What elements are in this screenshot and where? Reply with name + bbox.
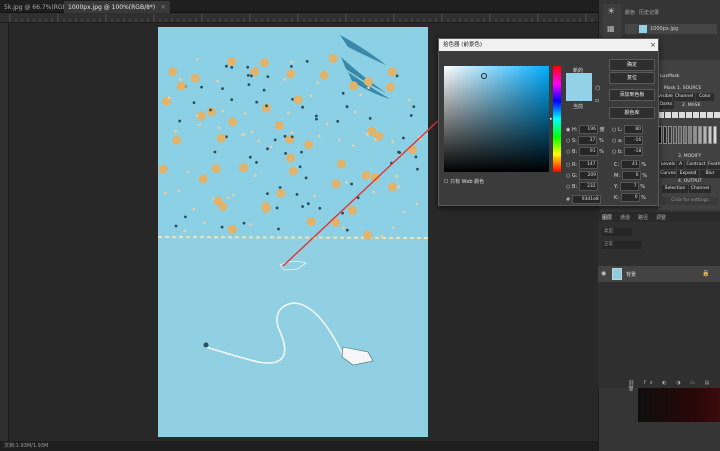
current-color-swatch[interactable] bbox=[566, 87, 592, 101]
color-libraries-button[interactable]: 颜色库 bbox=[609, 107, 655, 119]
hue-slider[interactable]: ▸ bbox=[550, 66, 561, 172]
curves-button[interactable]: Curves bbox=[660, 170, 676, 178]
zone-bar[interactable] bbox=[698, 126, 702, 144]
zone-bar[interactable] bbox=[708, 126, 712, 144]
new-color-swatch bbox=[566, 73, 592, 87]
blend-mode-select[interactable]: 正常 bbox=[602, 241, 642, 249]
visible-button[interactable]: Visible bbox=[658, 93, 673, 101]
history-item[interactable]: 1000px.jpg bbox=[625, 24, 717, 34]
hue-marker-icon[interactable]: ▸ bbox=[550, 116, 553, 122]
mask-grid bbox=[658, 112, 720, 126]
saturation-brightness-field[interactable] bbox=[444, 66, 549, 172]
tab-history[interactable]: 历史记录 bbox=[639, 9, 659, 16]
layer-thumbnail bbox=[612, 268, 622, 280]
zone-bar[interactable] bbox=[673, 126, 677, 144]
close-icon[interactable]: × bbox=[650, 39, 656, 51]
green-field[interactable]: ○ G: 209 bbox=[566, 171, 599, 180]
swatches-icon[interactable]: ▦ bbox=[607, 24, 617, 34]
layer-row[interactable]: ◉ 背景 🔒 bbox=[598, 266, 720, 282]
lab-l-field[interactable]: ○ L: 80 bbox=[612, 125, 644, 134]
eye-icon[interactable]: ◉ bbox=[601, 270, 606, 277]
tab-adjustments[interactable]: 调整 bbox=[656, 214, 666, 221]
layers-panel: 图层 通道 路径 调整 类型 正常 ◉ 背景 🔒 ⛓ fx ◐ ◑ ▭ ▤ 🗑 bbox=[598, 212, 720, 392]
tab-paths[interactable]: 路径 bbox=[638, 214, 648, 221]
hue-field[interactable]: ◉ H: 196 度 bbox=[566, 125, 605, 134]
lock-icon: 🔒 bbox=[702, 270, 710, 277]
contract-button[interactable]: Contract bbox=[685, 161, 707, 169]
cyan-field[interactable]: C: 41 % bbox=[614, 160, 646, 169]
mask-cell[interactable] bbox=[700, 112, 706, 118]
black-field[interactable]: K: 0 % bbox=[614, 193, 646, 202]
red-field[interactable]: ○ R: 147 bbox=[566, 160, 598, 169]
saturation-field[interactable]: ○ S: 37 % bbox=[566, 136, 604, 145]
sun-icon[interactable]: ☀ bbox=[607, 7, 617, 17]
web-safe-icon[interactable]: ▫ bbox=[595, 97, 599, 104]
color-picker-dialog: 拾色器 (前景色) × ▸ 新的 当前 ⬡ ▫ 确定 复位 添加到色板 颜色库 … bbox=[438, 38, 659, 206]
zone-bar[interactable] bbox=[663, 126, 667, 144]
mask-cell[interactable] bbox=[714, 112, 720, 118]
mask-cell[interactable] bbox=[693, 112, 699, 118]
layer-kind-filter[interactable]: 类型 bbox=[602, 228, 632, 236]
zone-bars bbox=[658, 126, 720, 150]
feather-button[interactable]: Feather bbox=[708, 161, 720, 169]
add-to-swatches-button[interactable]: 添加到色板 bbox=[609, 89, 655, 101]
cube-icon[interactable]: ⬡ bbox=[595, 85, 600, 92]
zone-bar[interactable] bbox=[693, 126, 697, 144]
color-button[interactable]: Color bbox=[696, 93, 714, 101]
zone-bar[interactable] bbox=[688, 126, 692, 144]
a-button[interactable]: A bbox=[677, 161, 684, 169]
zone-bar[interactable] bbox=[713, 126, 717, 144]
cancel-button[interactable]: 复位 bbox=[609, 72, 655, 84]
history-thumbnail bbox=[639, 25, 647, 33]
tab-channels[interactable]: 通道 bbox=[620, 214, 630, 221]
tab-color[interactable]: 颜色 bbox=[625, 9, 635, 16]
ok-button[interactable]: 确定 bbox=[609, 59, 655, 71]
status-bar: 文档:1.93M/1.93M bbox=[0, 441, 598, 451]
channel-button[interactable]: Channel bbox=[673, 93, 695, 101]
mask-cell[interactable] bbox=[665, 112, 671, 118]
mask-cell[interactable] bbox=[707, 112, 713, 118]
layer-name: 背景 bbox=[626, 272, 637, 278]
blur-button[interactable]: Blur bbox=[700, 170, 720, 178]
blue-field[interactable]: ○ B: 232 bbox=[566, 182, 598, 191]
zone-bar[interactable] bbox=[683, 126, 687, 144]
navigator-thumbnail bbox=[638, 388, 720, 422]
layers-tabbar: 图层 通道 路径 调整 bbox=[598, 212, 720, 222]
settings-button[interactable]: Click for settings bbox=[662, 197, 718, 205]
document-size: 文档:1.93M/1.93M bbox=[4, 443, 49, 449]
web-only-checkbox[interactable]: ☐ 只有 Web 颜色 bbox=[444, 178, 484, 186]
levels-button[interactable]: Levels bbox=[660, 161, 676, 169]
mask-cell[interactable] bbox=[672, 112, 678, 118]
expand-button[interactable]: Expand bbox=[677, 170, 699, 178]
layers-footer-icons[interactable]: ⛓ fx ◐ ◑ ▭ ▤ 🗑 bbox=[628, 380, 718, 392]
zone-bar[interactable] bbox=[668, 126, 672, 144]
selection-button[interactable]: Selection bbox=[662, 185, 688, 193]
dialog-title-bar: 拾色器 (前景色) × bbox=[439, 39, 658, 51]
yellow-field[interactable]: Y: 7 % bbox=[614, 182, 645, 191]
darks-button[interactable]: Darks bbox=[658, 101, 674, 109]
output-channel-button[interactable]: Channel bbox=[689, 185, 711, 193]
tab-layers[interactable]: 图层 bbox=[602, 214, 612, 221]
mask-cell[interactable] bbox=[679, 112, 685, 118]
luxmask-panel: LuxMask Mask 1. SOURCE Visible Channel C… bbox=[658, 60, 720, 210]
zone-bar[interactable] bbox=[678, 126, 682, 144]
zone-bar[interactable] bbox=[703, 126, 707, 144]
brightness-field[interactable]: ○ B: 91 % bbox=[566, 147, 604, 156]
mask-cell[interactable] bbox=[686, 112, 692, 118]
lab-a-field[interactable]: ○ a: -16 bbox=[612, 136, 644, 145]
hex-field[interactable]: # 93d1e8 bbox=[566, 195, 601, 204]
lab-b-field[interactable]: ○ b: -18 bbox=[612, 147, 644, 156]
magenta-field[interactable]: M: 6 % bbox=[614, 171, 647, 180]
color-cursor[interactable] bbox=[481, 73, 487, 79]
